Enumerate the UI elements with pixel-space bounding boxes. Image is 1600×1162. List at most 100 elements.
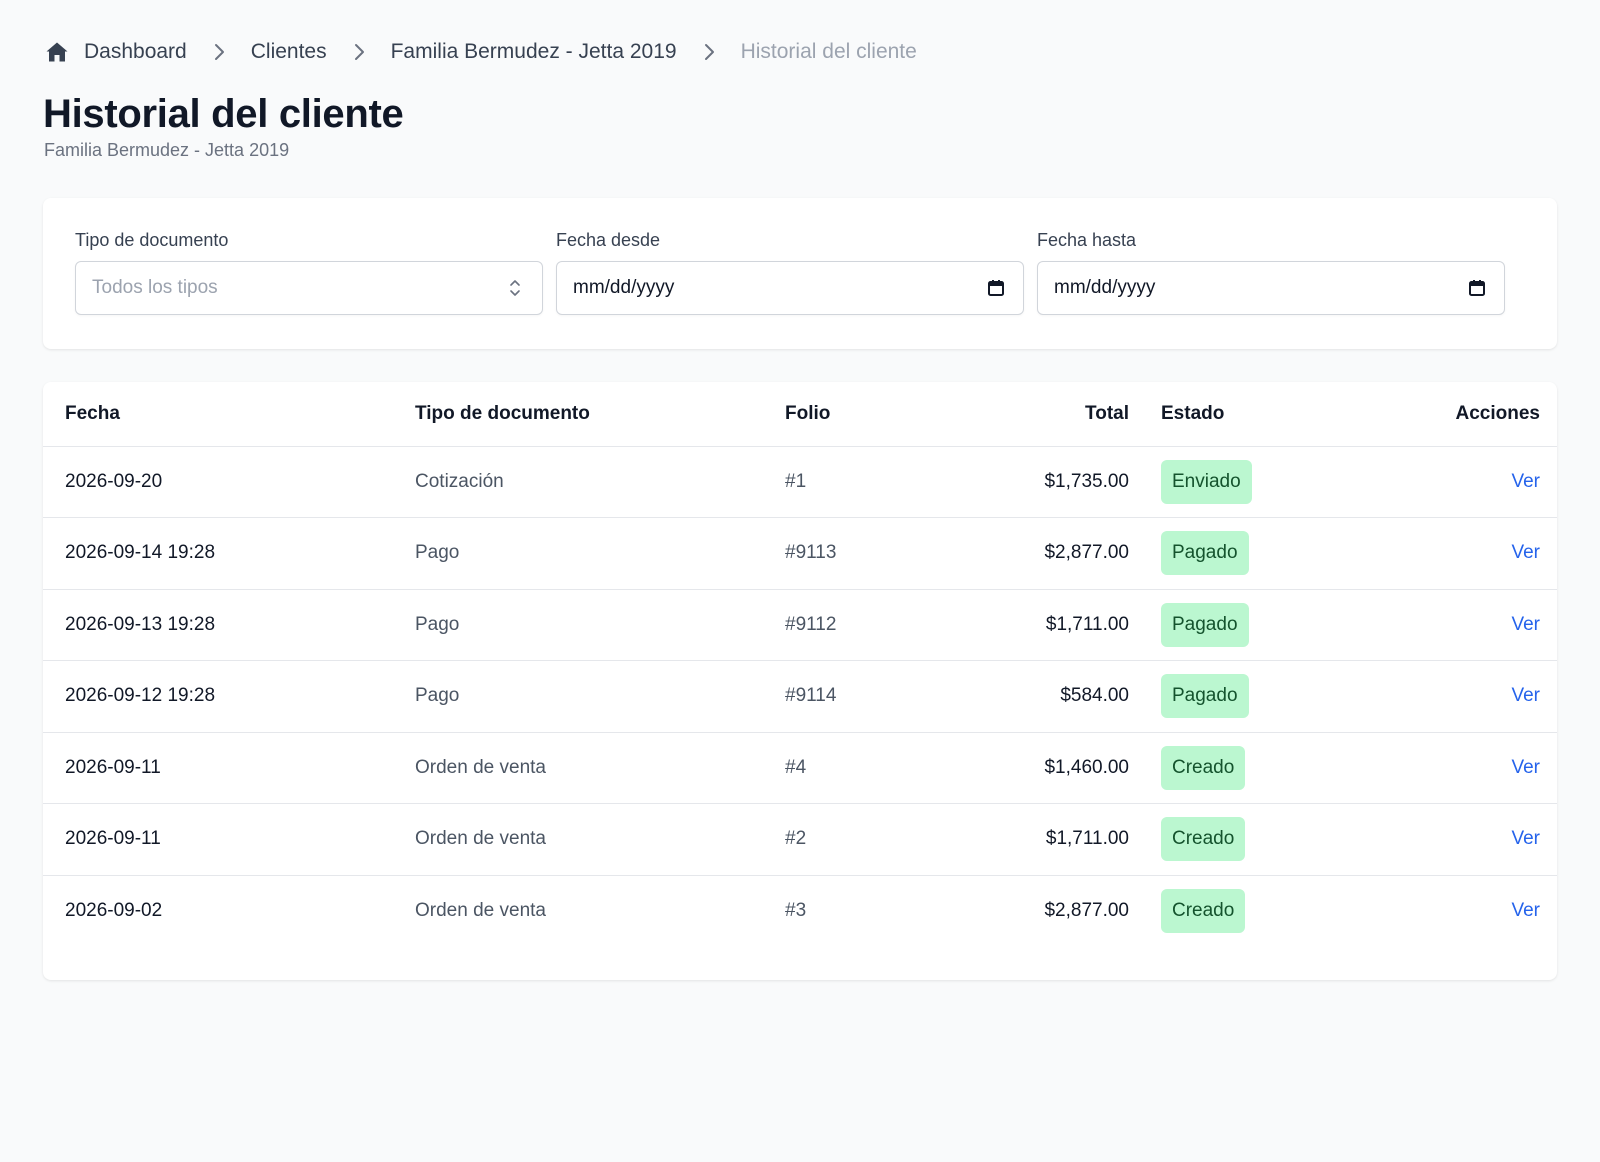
history-table-card: Fecha Tipo de documento Folio Total Esta…	[43, 382, 1557, 980]
breadcrumb-item-dashboard[interactable]: Dashboard	[84, 40, 187, 64]
doc-type-select[interactable]: Todos los tipos	[75, 261, 543, 315]
view-link[interactable]: Ver	[1511, 471, 1540, 492]
filter-doc-type: Tipo de documento Todos los tipos	[75, 230, 543, 315]
filters-card: Tipo de documento Todos los tipos Fecha …	[43, 198, 1557, 349]
cell-fecha: 2026-09-13 19:28	[65, 613, 216, 635]
breadcrumb-item-clientes[interactable]: Clientes	[251, 40, 327, 64]
cell-total: $2,877.00	[1044, 542, 1129, 564]
date-to-input[interactable]: mm/dd/yyyy	[1037, 261, 1505, 315]
view-link[interactable]: Ver	[1511, 685, 1540, 706]
cell-estado: Creado	[1129, 732, 1387, 804]
cell-estado: Pagado	[1129, 589, 1387, 661]
cell-acciones: Ver	[1387, 732, 1557, 804]
cell-total: $1,711.00	[1045, 828, 1129, 850]
table-row: 2026-09-14 19:28 Pago #9113 $2,877.00 Pa…	[43, 518, 1557, 590]
view-link[interactable]: Ver	[1511, 614, 1540, 635]
cell-acciones: Ver	[1387, 446, 1557, 518]
page: Dashboard Clientes Familia Bermudez - Je…	[0, 0, 1600, 1162]
table-row: 2026-09-11 Orden de venta #2 $1,711.00 C…	[43, 804, 1557, 876]
cell-tipo: Cotización	[415, 470, 504, 492]
date-to-value: mm/dd/yyyy	[1054, 277, 1156, 298]
cell-total: $1,735.00	[1044, 470, 1129, 492]
date-from-input[interactable]: mm/dd/yyyy	[556, 261, 1024, 315]
cell-folio: #3	[785, 900, 807, 921]
column-header-folio: Folio	[785, 402, 831, 424]
table-row: 2026-09-02 Orden de venta #3 $2,877.00 C…	[43, 875, 1557, 947]
column-header-acciones: Acciones	[1455, 402, 1540, 424]
cell-fecha: 2026-09-14 19:28	[65, 542, 216, 564]
cell-fecha: 2026-09-11	[65, 756, 161, 778]
view-link[interactable]: Ver	[1511, 900, 1540, 921]
home-icon[interactable]	[44, 39, 70, 65]
calendar-icon[interactable]	[1466, 277, 1488, 299]
table-row: 2026-09-12 19:28 Pago #9114 $584.00 Paga…	[43, 661, 1557, 733]
cell-total: $1,711.00	[1045, 613, 1129, 635]
filter-date-to: Fecha hasta mm/dd/yyyy	[1037, 230, 1505, 315]
page-subtitle: Familia Bermudez - Jetta 2019	[44, 140, 290, 160]
cell-acciones: Ver	[1387, 589, 1557, 661]
status-badge: Pagado	[1161, 531, 1249, 576]
table-row: 2026-09-11 Orden de venta #4 $1,460.00 C…	[43, 732, 1557, 804]
status-badge: Enviado	[1161, 459, 1252, 504]
cell-folio: #2	[785, 828, 807, 850]
cell-tipo: Orden de venta	[415, 900, 546, 921]
status-badge: Pagado	[1161, 674, 1249, 719]
doc-type-select-placeholder: Todos los tipos	[92, 277, 218, 298]
view-link[interactable]: Ver	[1511, 757, 1540, 778]
filter-doc-type-label: Tipo de documento	[75, 230, 229, 250]
column-header-total: Total	[1085, 402, 1129, 424]
cell-estado: Creado	[1129, 804, 1387, 876]
chevron-right-icon	[207, 40, 231, 64]
date-from-value: mm/dd/yyyy	[573, 277, 675, 298]
status-badge: Pagado	[1161, 602, 1249, 647]
filter-date-from: Fecha desde mm/dd/yyyy	[556, 230, 1024, 315]
filter-date-from-label: Fecha desde	[556, 230, 661, 250]
breadcrumb-current: Historial del cliente	[740, 40, 917, 63]
cell-fecha: 2026-09-20	[65, 470, 163, 492]
table-row: 2026-09-20 Cotización #1 $1,735.00 Envia…	[43, 446, 1557, 518]
breadcrumb: Dashboard Clientes Familia Bermudez - Je…	[44, 34, 917, 70]
cell-fecha: 2026-09-12 19:28	[65, 685, 216, 707]
status-badge: Creado	[1161, 889, 1246, 933]
chevron-right-icon	[347, 40, 371, 64]
cell-estado: Pagado	[1129, 661, 1387, 733]
cell-tipo: Pago	[415, 542, 460, 564]
history-table: Fecha Tipo de documento Folio Total Esta…	[43, 382, 1557, 947]
chevron-up-down-icon	[504, 277, 526, 299]
view-link[interactable]: Ver	[1511, 542, 1540, 563]
cell-folio: #9114	[785, 685, 837, 707]
status-badge: Creado	[1161, 745, 1246, 790]
cell-folio: #9112	[785, 613, 837, 635]
cell-total: $2,877.00	[1044, 900, 1129, 921]
cell-tipo: Orden de venta	[415, 828, 546, 850]
chevron-right-icon	[697, 40, 721, 64]
filter-date-to-label: Fecha hasta	[1037, 230, 1137, 250]
status-badge: Creado	[1161, 817, 1246, 862]
column-header-tipo: Tipo de documento	[415, 402, 590, 424]
cell-total: $1,460.00	[1044, 756, 1129, 778]
cell-total: $584.00	[1060, 685, 1129, 707]
cell-estado: Pagado	[1129, 518, 1387, 590]
cell-acciones: Ver	[1387, 661, 1557, 733]
cell-fecha: 2026-09-11	[65, 828, 161, 850]
cell-acciones: Ver	[1387, 518, 1557, 590]
view-link[interactable]: Ver	[1511, 828, 1540, 849]
cell-estado: Creado	[1129, 875, 1387, 947]
column-header-fecha: Fecha	[65, 402, 120, 424]
cell-tipo: Pago	[415, 613, 460, 635]
cell-tipo: Pago	[415, 685, 460, 707]
cell-estado: Enviado	[1129, 446, 1387, 518]
cell-acciones: Ver	[1387, 804, 1557, 876]
calendar-icon[interactable]	[985, 277, 1007, 299]
cell-folio: #1	[785, 470, 807, 492]
breadcrumb-item-client[interactable]: Familia Bermudez - Jetta 2019	[391, 40, 677, 64]
cell-folio: #9113	[785, 542, 837, 564]
table-header-row: Fecha Tipo de documento Folio Total Esta…	[43, 382, 1557, 446]
cell-tipo: Orden de venta	[415, 756, 546, 778]
cell-folio: #4	[785, 756, 807, 778]
cell-fecha: 2026-09-02	[65, 900, 163, 921]
cell-acciones: Ver	[1387, 875, 1557, 947]
page-title: Historial del cliente	[43, 92, 404, 136]
column-header-estado: Estado	[1161, 402, 1225, 424]
table-row: 2026-09-13 19:28 Pago #9112 $1,711.00 Pa…	[43, 589, 1557, 661]
